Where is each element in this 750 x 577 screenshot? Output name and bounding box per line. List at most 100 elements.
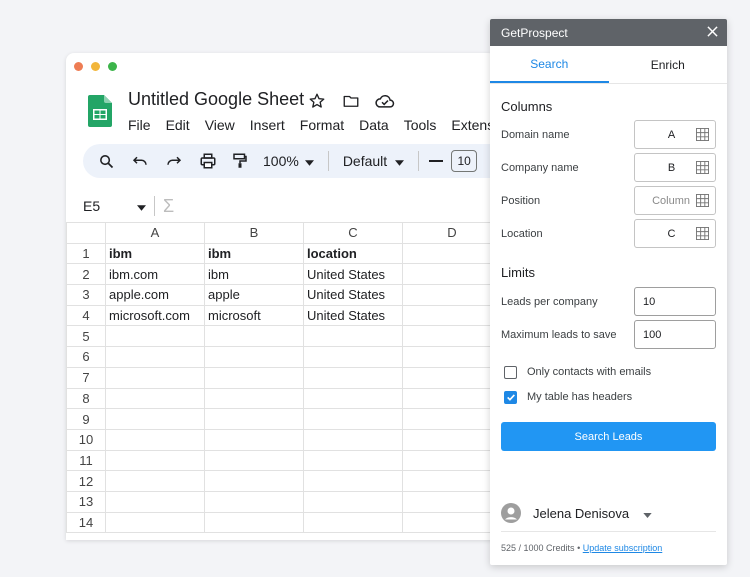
menu-view[interactable]: View [205, 117, 235, 133]
grid-cell[interactable]: ibm [204, 242, 304, 265]
update-subscription-link[interactable]: Update subscription [583, 543, 663, 553]
grid-cell[interactable] [105, 346, 205, 368]
paint-format-icon[interactable] [225, 144, 255, 178]
grid-cell[interactable] [105, 408, 205, 430]
corner-cell[interactable] [66, 222, 106, 244]
grid-cell[interactable] [402, 490, 496, 513]
grid-cell[interactable] [402, 387, 496, 410]
grid-cell[interactable] [204, 511, 304, 534]
grid-icon[interactable] [696, 161, 709, 174]
only-emails-checkbox[interactable] [504, 365, 517, 379]
grid-icon[interactable] [696, 227, 709, 240]
folder-icon[interactable] [340, 90, 362, 112]
grid-cell[interactable]: microsoft [204, 304, 304, 327]
row-header[interactable]: 14 [66, 511, 106, 534]
grid-cell[interactable] [402, 242, 496, 265]
grid-cell[interactable] [204, 325, 304, 348]
row-header[interactable]: 4 [66, 304, 106, 327]
row-header[interactable]: 12 [66, 470, 106, 492]
column-header[interactable]: A [105, 222, 205, 244]
grid-cell[interactable] [402, 346, 496, 368]
grid-cell[interactable] [204, 470, 304, 492]
user-account-row[interactable]: Jelena Denisova [501, 503, 716, 532]
chevron-down-icon[interactable] [643, 506, 652, 521]
font-size-input[interactable]: 10 [451, 144, 478, 178]
grid-icon[interactable] [696, 128, 709, 141]
grid-cell[interactable] [402, 263, 496, 286]
grid-cell[interactable] [303, 387, 403, 410]
grid-cell[interactable] [204, 490, 304, 513]
row-header[interactable]: 13 [66, 490, 106, 513]
grid-cell[interactable] [204, 366, 304, 389]
grid-cell[interactable] [105, 470, 205, 492]
undo-icon[interactable] [123, 144, 157, 178]
row-header[interactable]: 3 [66, 284, 106, 306]
row-header[interactable]: 11 [66, 449, 106, 472]
document-title[interactable]: Untitled Google Sheet [128, 89, 304, 110]
name-box[interactable]: E5 [66, 198, 154, 214]
tab-enrich[interactable]: Enrich [609, 46, 728, 83]
grid-cell[interactable] [105, 325, 205, 348]
menu-tools[interactable]: Tools [404, 117, 437, 133]
cloud-saved-icon[interactable] [374, 90, 396, 112]
grid-cell[interactable] [303, 346, 403, 368]
grid-cell[interactable] [402, 511, 496, 534]
star-icon[interactable] [306, 90, 328, 112]
close-icon[interactable] [707, 25, 718, 41]
grid-cell[interactable] [204, 428, 304, 451]
grid-cell[interactable] [402, 449, 496, 472]
column-header[interactable]: D [402, 222, 496, 244]
has-headers-checkbox-row[interactable]: My table has headers [490, 386, 727, 408]
grid-cell[interactable] [303, 490, 403, 513]
grid-cell[interactable] [105, 366, 205, 389]
menu-file[interactable]: File [128, 117, 151, 133]
grid-cell[interactable] [303, 366, 403, 389]
menu-data[interactable]: Data [359, 117, 389, 133]
grid-cell[interactable]: microsoft.com [105, 304, 205, 327]
grid-cell[interactable]: United States [303, 263, 403, 286]
grid-cell[interactable] [204, 346, 304, 368]
grid-cell[interactable] [303, 470, 403, 492]
row-header[interactable]: 5 [66, 325, 106, 348]
sheets-logo-icon[interactable] [88, 95, 112, 127]
print-icon[interactable] [191, 144, 225, 178]
grid-cell[interactable]: apple [204, 284, 304, 306]
grid-cell[interactable] [204, 449, 304, 472]
company-name-column-select[interactable]: B [634, 153, 716, 182]
grid-cell[interactable] [402, 470, 496, 492]
grid-cell[interactable] [402, 325, 496, 348]
zoom-select[interactable]: 100% [255, 144, 322, 178]
grid-icon[interactable] [696, 194, 709, 207]
redo-icon[interactable] [157, 144, 191, 178]
column-header[interactable]: C [303, 222, 403, 244]
row-header[interactable]: 7 [66, 366, 106, 389]
decrease-font-size-icon[interactable] [425, 144, 447, 178]
tab-search[interactable]: Search [490, 46, 609, 83]
max-leads-input[interactable]: 100 [634, 320, 716, 349]
close-window-dot[interactable] [74, 62, 83, 71]
domain-name-column-select[interactable]: A [634, 120, 716, 149]
menu-format[interactable]: Format [300, 117, 344, 133]
row-header[interactable]: 6 [66, 346, 106, 368]
grid-cell[interactable]: ibm.com [105, 263, 205, 286]
grid-cell[interactable] [105, 490, 205, 513]
grid-cell[interactable] [303, 428, 403, 451]
grid-cell[interactable] [402, 284, 496, 306]
row-header[interactable]: 10 [66, 428, 106, 451]
grid-cell[interactable] [105, 387, 205, 410]
search-icon[interactable] [89, 144, 123, 178]
grid-cell[interactable]: ibm [204, 263, 304, 286]
row-header[interactable]: 2 [66, 263, 106, 286]
has-headers-checkbox[interactable] [504, 390, 517, 404]
grid-cell[interactable] [204, 387, 304, 410]
grid-cell[interactable]: United States [303, 304, 403, 327]
grid-cell[interactable] [402, 408, 496, 430]
grid-cell[interactable]: apple.com [105, 284, 205, 306]
menu-edit[interactable]: Edit [166, 117, 190, 133]
grid-cell[interactable] [204, 408, 304, 430]
menu-insert[interactable]: Insert [250, 117, 285, 133]
grid-cell[interactable] [303, 511, 403, 534]
grid-cell[interactable]: location [303, 242, 403, 265]
grid-cell[interactable] [402, 428, 496, 451]
grid-cell[interactable]: ibm [105, 242, 205, 265]
